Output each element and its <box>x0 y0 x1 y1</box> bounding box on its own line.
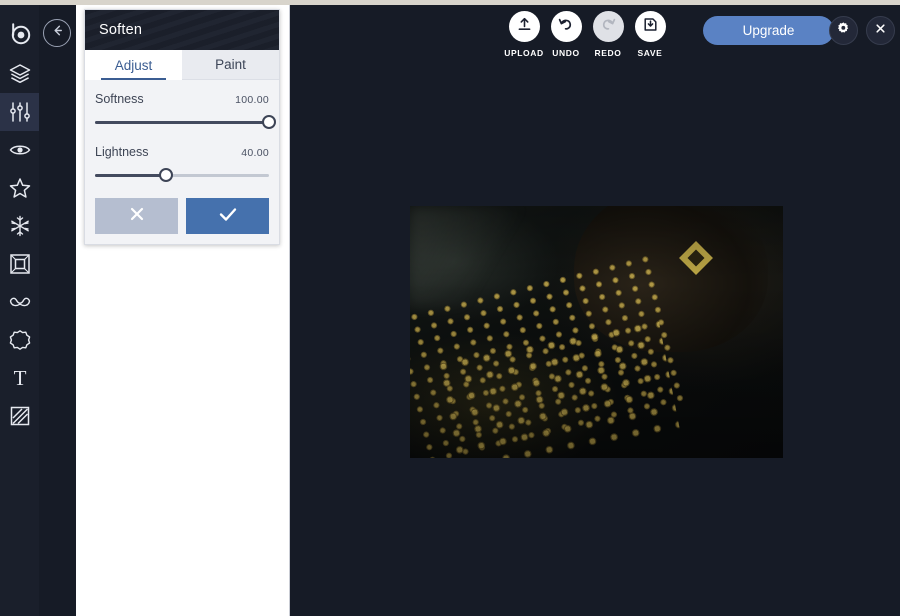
close-button[interactable] <box>866 16 895 45</box>
eye-effects-icon <box>8 138 32 162</box>
close-x-icon <box>873 21 888 41</box>
layers-icon <box>8 62 32 86</box>
cancel-button[interactable] <box>95 198 178 234</box>
sidebar-item-texture[interactable] <box>0 397 39 435</box>
gear-icon <box>836 21 851 41</box>
redo-label: REDO <box>594 48 622 58</box>
sidebar-item-logo[interactable] <box>0 11 39 55</box>
back-button[interactable] <box>43 19 71 47</box>
upload-label: UPLOAD <box>504 48 544 58</box>
check-icon <box>217 204 239 229</box>
photo-vignette <box>410 206 783 458</box>
mustache-icon <box>8 291 32 313</box>
canvas-area <box>290 5 900 616</box>
sliders-adjust-icon <box>8 100 32 124</box>
snowflake-touchup-icon <box>8 214 32 238</box>
slider-softness-label: Softness <box>95 92 144 106</box>
sidebar-item-frames[interactable] <box>0 245 39 283</box>
settings-button[interactable] <box>829 16 858 45</box>
star-overlays-icon <box>8 176 32 200</box>
slider-lightness-value: 40.00 <box>241 147 269 159</box>
panel-header: Soften <box>85 10 279 50</box>
save-label: SAVE <box>637 48 663 58</box>
save-button[interactable]: SAVE <box>624 11 676 58</box>
redo-icon <box>599 15 617 38</box>
slider-lightness-label: Lightness <box>95 145 149 159</box>
sticker-burst-icon <box>8 328 32 352</box>
slider-softness-knob[interactable] <box>262 115 276 129</box>
tab-adjust[interactable]: Adjust <box>85 50 182 80</box>
slider-softness: Softness 100.00 <box>95 92 276 129</box>
slider-softness-value: 100.00 <box>235 94 269 106</box>
sidebar-item-text[interactable]: T <box>0 359 39 397</box>
slider-lightness: Lightness 40.00 <box>95 145 269 182</box>
sidebar-item-stickers[interactable] <box>0 321 39 359</box>
aperture-logo-icon <box>7 20 33 46</box>
editor-root: T Soften Adjust Paint Softness 100.00 Li… <box>0 0 900 616</box>
panel-body: Softness 100.00 Lightness 40.00 <box>85 80 279 244</box>
svg-text:T: T <box>13 366 26 390</box>
save-circle <box>634 11 666 42</box>
upgrade-label: Upgrade <box>742 23 795 38</box>
undo-circle <box>550 11 582 42</box>
frame-icon <box>8 252 32 276</box>
undo-icon <box>557 15 575 38</box>
slider-lightness-knob[interactable] <box>159 168 174 182</box>
redo-circle <box>592 11 624 42</box>
back-arrow-icon <box>50 23 65 43</box>
slider-lightness-fill <box>95 174 167 177</box>
sidebar-item-touchup[interactable] <box>0 207 39 245</box>
back-column <box>39 5 76 616</box>
upload-icon <box>516 16 533 38</box>
tab-paint[interactable]: Paint <box>182 50 279 80</box>
panel-title: Soften <box>99 22 143 38</box>
slider-lightness-head: Lightness 40.00 <box>95 145 269 159</box>
sidebar-item-adjust[interactable] <box>0 93 39 131</box>
slider-softness-track[interactable] <box>95 115 276 129</box>
canvas-image[interactable] <box>410 206 783 458</box>
text-t-icon: T <box>8 366 32 390</box>
upgrade-button[interactable]: Upgrade <box>703 16 834 45</box>
tab-paint-label: Paint <box>215 57 246 72</box>
close-x-icon <box>127 204 147 229</box>
save-icon <box>642 16 659 38</box>
panel-tabs: Adjust Paint <box>85 50 279 80</box>
slider-softness-fill <box>95 121 269 124</box>
slider-lightness-track[interactable] <box>95 168 269 182</box>
apply-button[interactable] <box>186 198 269 234</box>
tab-adjust-label: Adjust <box>114 57 153 73</box>
top-toolbar: UPLOAD UNDO REDO SAVE Upgrade <box>290 5 900 67</box>
sidebar-item-layers[interactable] <box>0 55 39 93</box>
sidebar-item-effects[interactable] <box>0 131 39 169</box>
sidebar-item-overlays[interactable] <box>0 169 39 207</box>
undo-label: UNDO <box>552 48 580 58</box>
upload-circle <box>508 11 540 42</box>
slider-softness-head: Softness 100.00 <box>95 92 269 106</box>
texture-icon <box>8 404 32 428</box>
sidebar-item-mustache[interactable] <box>0 283 39 321</box>
tool-sidebar: T <box>0 5 39 616</box>
soften-panel: Soften Adjust Paint Softness 100.00 Ligh… <box>84 9 280 245</box>
panel-actions <box>95 198 269 234</box>
